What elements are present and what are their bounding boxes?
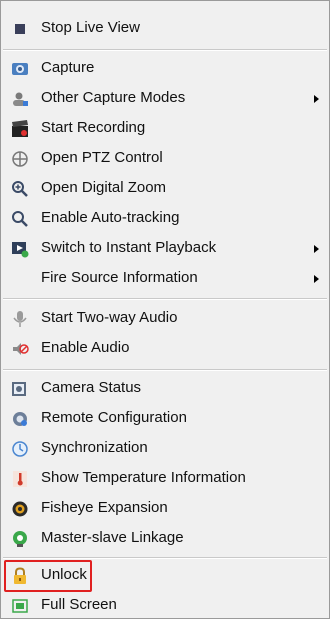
user-capture-icon bbox=[11, 90, 29, 108]
menu-item-show-temperature-information[interactable]: Show Temperature Information bbox=[1, 463, 329, 495]
menu-item-label: Fisheye Expansion bbox=[41, 499, 168, 516]
menu-item-camera-status[interactable]: Camera Status bbox=[1, 373, 329, 405]
menu-item-switch-instant-playback[interactable]: Switch to Instant Playback bbox=[1, 233, 329, 265]
menu-item-label: Camera Status bbox=[41, 379, 142, 396]
menu-item-fire-source-information[interactable]: Fire Source Information bbox=[1, 263, 329, 295]
separator bbox=[3, 49, 327, 51]
menu-item-label: Capture bbox=[41, 59, 95, 76]
menu-item-synchronization[interactable]: Synchronization bbox=[1, 433, 329, 465]
menu-item-label: Show Temperature Information bbox=[41, 469, 246, 486]
separator bbox=[3, 298, 327, 300]
menu-item-fisheye-expansion[interactable]: Fisheye Expansion bbox=[1, 493, 329, 525]
zoom-in-icon bbox=[11, 180, 29, 198]
separator bbox=[3, 557, 327, 559]
sync-clock-icon bbox=[11, 440, 29, 458]
submenu-arrow-icon bbox=[314, 275, 319, 283]
linkage-icon bbox=[11, 530, 29, 548]
camera-icon bbox=[11, 60, 29, 78]
menu-item-label: Fire Source Information bbox=[41, 269, 198, 286]
menu-item-label: Master-slave Linkage bbox=[41, 529, 184, 546]
menu-item-label: Synchronization bbox=[41, 439, 148, 456]
menu-item-label: Enable Audio bbox=[41, 339, 130, 356]
ptz-arrows-icon bbox=[11, 150, 29, 168]
menu-item-label: Switch to Instant Playback bbox=[41, 239, 217, 256]
separator bbox=[3, 369, 327, 371]
remote-config-icon bbox=[11, 410, 29, 428]
menu-item-master-slave-linkage[interactable]: Master-slave Linkage bbox=[1, 523, 329, 555]
microphone-icon bbox=[11, 310, 29, 328]
stop-square-icon bbox=[11, 20, 29, 38]
menu-item-label: Open Digital Zoom bbox=[41, 179, 167, 196]
audio-disabled-icon bbox=[11, 340, 29, 358]
menu-item-label: Stop Live View bbox=[41, 19, 140, 36]
menu-item-label: Enable Auto-tracking bbox=[41, 209, 180, 226]
menu-item-remote-configuration[interactable]: Remote Configuration bbox=[1, 403, 329, 435]
menu-item-other-capture-modes[interactable]: Other Capture Modes bbox=[1, 83, 329, 115]
camera-status-icon bbox=[11, 380, 29, 398]
menu-item-label: Other Capture Modes bbox=[41, 89, 186, 106]
menu-item-open-digital-zoom[interactable]: Open Digital Zoom bbox=[1, 173, 329, 205]
menu-item-full-screen[interactable]: Full Screen bbox=[1, 590, 329, 622]
fisheye-icon bbox=[11, 500, 29, 518]
menu-item-stop-live-view[interactable]: Stop Live View bbox=[1, 13, 329, 45]
menu-item-open-ptz-control[interactable]: Open PTZ Control bbox=[1, 143, 329, 175]
menu-item-label: Remote Configuration bbox=[41, 409, 187, 426]
menu-item-label: Start Recording bbox=[41, 119, 146, 136]
playback-icon bbox=[11, 240, 29, 258]
search-icon bbox=[11, 210, 29, 228]
context-menu: Stop Live View Capture Other Capture Mod… bbox=[0, 0, 330, 619]
menu-item-enable-audio[interactable]: Enable Audio bbox=[1, 333, 329, 365]
thermometer-icon bbox=[11, 470, 29, 488]
menu-item-label: Full Screen bbox=[41, 596, 117, 613]
menu-item-enable-auto-tracking[interactable]: Enable Auto-tracking bbox=[1, 203, 329, 235]
menu-item-label: Start Two-way Audio bbox=[41, 309, 178, 326]
highlight-box bbox=[4, 560, 92, 592]
menu-item-capture[interactable]: Capture bbox=[1, 53, 329, 85]
submenu-arrow-icon bbox=[314, 245, 319, 253]
menu-item-label: Open PTZ Control bbox=[41, 149, 163, 166]
menu-item-start-two-way-audio[interactable]: Start Two-way Audio bbox=[1, 303, 329, 335]
submenu-arrow-icon bbox=[314, 95, 319, 103]
clapperboard-icon bbox=[11, 120, 29, 138]
fullscreen-icon bbox=[11, 597, 29, 615]
menu-item-start-recording[interactable]: Start Recording bbox=[1, 113, 329, 145]
